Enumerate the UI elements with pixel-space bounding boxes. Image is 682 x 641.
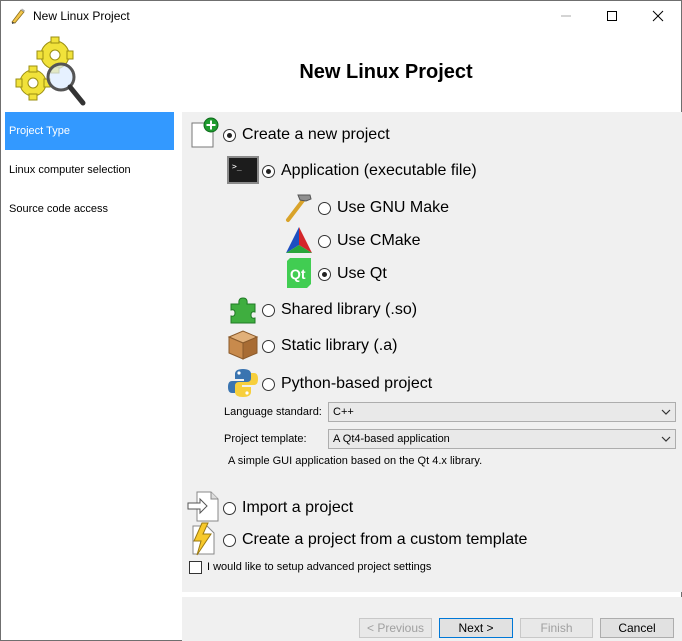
chevron-down-icon: [661, 409, 671, 415]
maximize-button[interactable]: [589, 1, 635, 31]
python-label: Python-based project: [281, 375, 433, 392]
puzzle-icon: [230, 297, 256, 324]
gnu-make-label: Use GNU Make: [337, 199, 450, 216]
cmake-label: Use CMake: [337, 232, 421, 249]
svg-text:Qt: Qt: [290, 266, 306, 282]
application-radio[interactable]: [262, 164, 275, 178]
nav-item-project-type[interactable]: Project Type: [5, 112, 174, 150]
minimize-icon: [561, 15, 571, 17]
cmake-triangle-icon: [286, 227, 312, 253]
minimize-button[interactable]: [543, 1, 589, 31]
window-title: New Linux Project: [33, 9, 130, 23]
pencil-icon: [11, 8, 25, 24]
qt-option[interactable]: Use Qt: [318, 265, 387, 283]
static-library-radio[interactable]: [262, 339, 275, 353]
application-option[interactable]: Application (executable file): [262, 162, 477, 180]
project-template-label: Project template:: [224, 433, 307, 445]
project-template-value: A Qt4-based application: [333, 433, 450, 445]
close-button[interactable]: [635, 1, 681, 31]
python-icon: [228, 369, 258, 397]
lightning-document-icon: [192, 522, 215, 556]
create-new-radio[interactable]: [223, 128, 236, 142]
nav-item-linux-computer-selection[interactable]: Linux computer selection: [5, 151, 174, 189]
create-new-label: Create a new project: [242, 126, 390, 143]
cmake-radio[interactable]: [318, 234, 331, 248]
shared-library-label: Shared library (.so): [281, 301, 418, 318]
language-standard-select[interactable]: C++: [328, 402, 676, 422]
close-icon: [652, 10, 664, 22]
gnu-make-option[interactable]: Use GNU Make: [318, 199, 449, 217]
nav-item-source-code-access[interactable]: Source code access: [5, 190, 174, 228]
language-standard-label: Language standard:: [224, 406, 322, 418]
chevron-down-icon: [661, 436, 671, 442]
new-document-plus-icon: [191, 117, 219, 148]
advanced-settings-checkbox[interactable]: [189, 561, 202, 574]
python-option[interactable]: Python-based project: [262, 375, 432, 393]
import-project-label: Import a project: [242, 499, 354, 516]
previous-button[interactable]: < Previous: [359, 618, 432, 638]
custom-template-label: Create a project from a custom template: [242, 531, 528, 548]
create-new-option[interactable]: Create a new project: [223, 126, 390, 144]
custom-template-option[interactable]: Create a project from a custom template: [223, 531, 527, 549]
dialog-window: New Linux Project New Linux Project Proj…: [0, 0, 682, 641]
advanced-settings-label: I would like to setup advanced project s…: [207, 561, 432, 573]
console-icon: >_: [227, 156, 259, 184]
import-project-option[interactable]: Import a project: [223, 499, 353, 517]
shared-library-option[interactable]: Shared library (.so): [262, 301, 417, 319]
template-description: A simple GUI application based on the Qt…: [228, 455, 483, 467]
import-arrow-icon: [187, 491, 219, 522]
static-library-option[interactable]: Static library (.a): [262, 337, 397, 355]
import-project-radio[interactable]: [223, 501, 236, 515]
gears-magnifier-icon: [15, 36, 86, 106]
page-title: New Linux Project: [299, 61, 473, 83]
cmake-option[interactable]: Use CMake: [318, 232, 421, 250]
static-library-label: Static library (.a): [281, 337, 398, 354]
application-label: Application (executable file): [281, 162, 477, 179]
qt-radio[interactable]: [318, 267, 331, 281]
qt-label: Use Qt: [337, 265, 387, 282]
custom-template-radio[interactable]: [223, 533, 236, 547]
maximize-icon: [607, 11, 617, 21]
next-button[interactable]: Next >: [439, 618, 513, 638]
project-template-select[interactable]: A Qt4-based application: [328, 429, 676, 449]
hammer-icon: [286, 194, 312, 222]
cancel-button[interactable]: Cancel: [600, 618, 674, 638]
qt-icon: Qt: [287, 258, 311, 288]
wizard-nav: Project Type Linux computer selection So…: [4, 112, 174, 640]
language-standard-value: C++: [333, 406, 354, 418]
finish-button[interactable]: Finish: [520, 618, 593, 638]
svg-text:>_: >_: [232, 162, 242, 171]
shared-library-radio[interactable]: [262, 303, 275, 317]
box-icon: [227, 330, 259, 360]
gnu-make-radio[interactable]: [318, 201, 331, 215]
title-bar: New Linux Project: [1, 1, 681, 31]
python-radio[interactable]: [262, 377, 275, 391]
